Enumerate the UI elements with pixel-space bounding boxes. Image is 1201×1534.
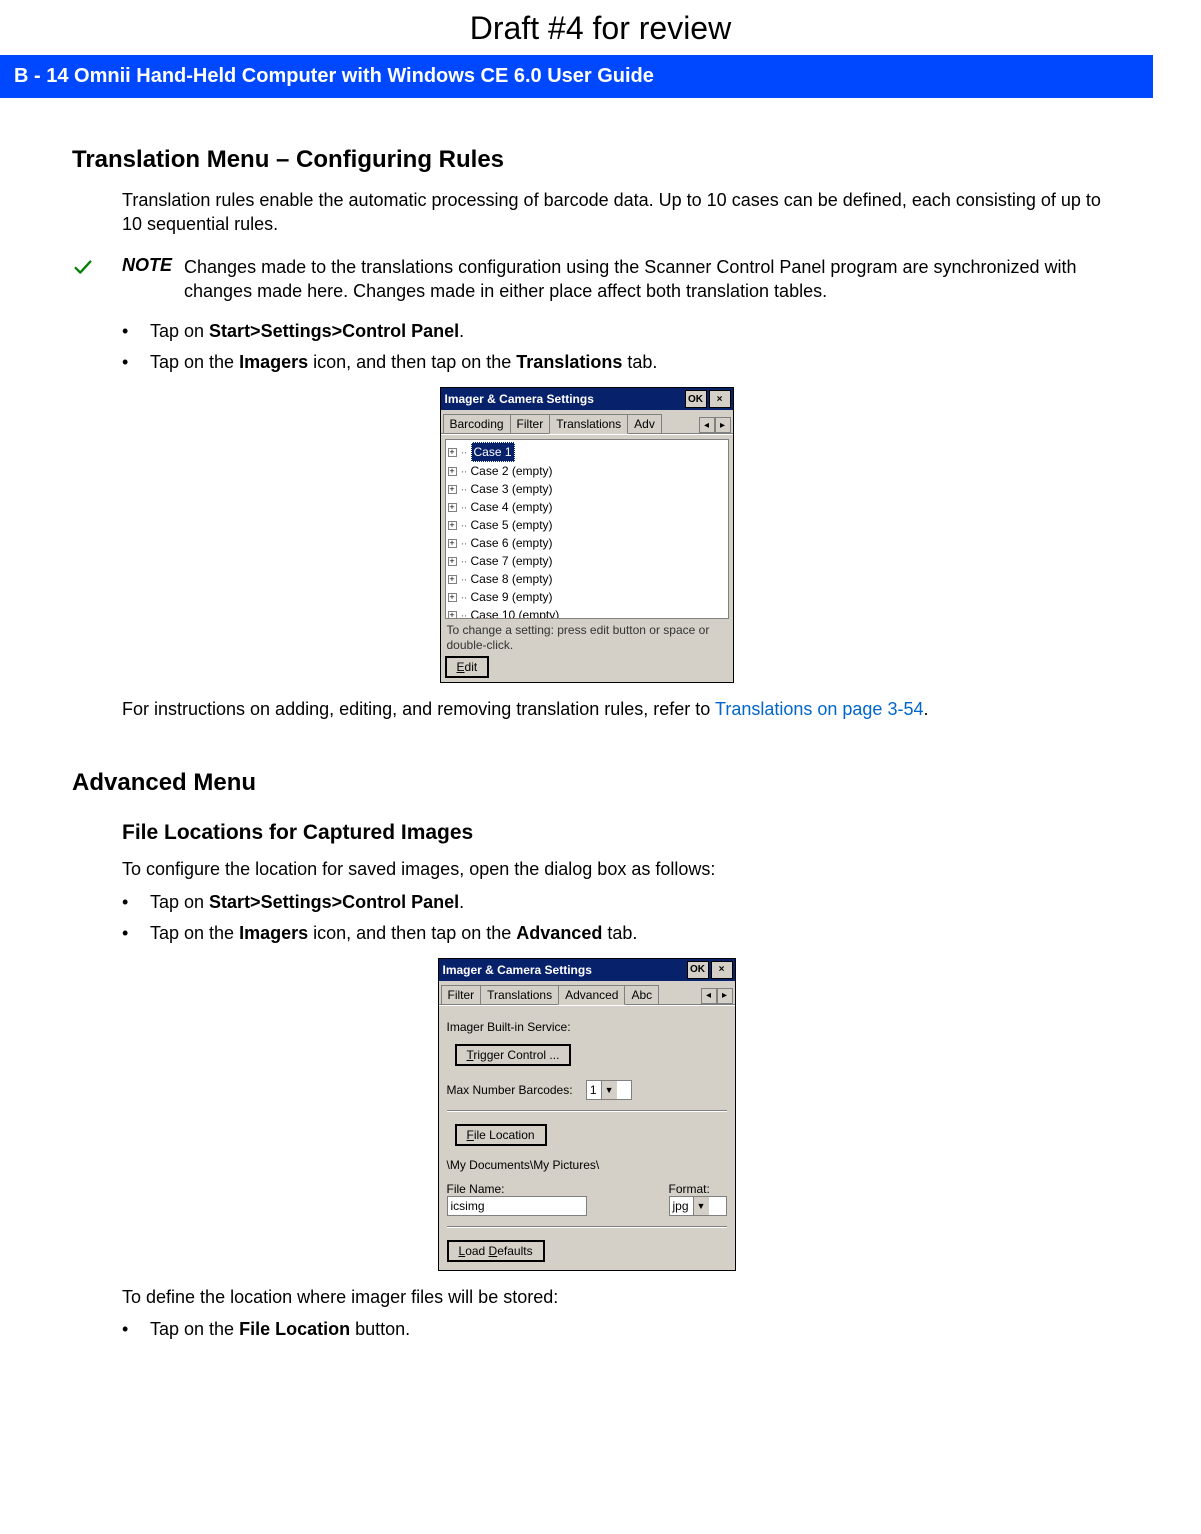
load-defaults-button[interactable]: Load Defaults <box>447 1240 545 1262</box>
max-barcodes-row: Max Number Barcodes: 1▼ <box>447 1080 727 1100</box>
tab-translations[interactable]: Translations <box>480 985 559 1004</box>
dialog-titlebar: Imager & Camera Settings OK × <box>439 959 735 981</box>
format-label: Format: <box>669 1182 727 1196</box>
tab-barcoding[interactable]: Barcoding <box>443 414 511 433</box>
section2-followup: To define the location where imager file… <box>122 1285 1101 1309</box>
tab-strip: Barcoding Filter Translations Adv ◂ ▸ <box>441 410 733 434</box>
subsection-heading-file-locations: File Locations for Captured Images <box>122 821 1101 845</box>
file-location-button[interactable]: File Location <box>455 1124 547 1146</box>
max-barcodes-label: Max Number Barcodes: <box>447 1083 573 1097</box>
tab-filter[interactable]: Filter <box>441 985 482 1004</box>
chevron-down-icon: ▼ <box>693 1197 709 1215</box>
checkmark-icon <box>72 255 122 284</box>
ok-button[interactable]: OK <box>685 390 707 408</box>
section1-followup: For instructions on adding, editing, and… <box>122 697 1101 721</box>
tab-strip: Filter Translations Advanced Abc ◂ ▸ <box>439 981 735 1005</box>
path-text: \My Documents\My Pictures\ <box>447 1158 727 1172</box>
dialog-titlebar: Imager & Camera Settings OK × <box>441 388 733 410</box>
section1-steps: Tap on Start>Settings>Control Panel. Tap… <box>122 321 1101 373</box>
section2-steps2: Tap on the File Location button. <box>122 1319 1101 1340</box>
trigger-control-button[interactable]: Trigger Control ... <box>455 1044 572 1066</box>
hint-text: To change a setting: press edit button o… <box>445 619 729 656</box>
list-item: Tap on Start>Settings>Control Panel. <box>122 321 1101 342</box>
max-barcodes-dropdown[interactable]: 1▼ <box>586 1080 632 1100</box>
list-item: Tap on Start>Settings>Control Panel. <box>122 892 1101 913</box>
chevron-down-icon: ▼ <box>601 1081 617 1099</box>
tab-adv[interactable]: Adv <box>627 414 662 433</box>
tab-advanced[interactable]: Advanced <box>558 985 625 1005</box>
translations-dialog: Imager & Camera Settings OK × Barcoding … <box>440 387 734 683</box>
list-item: Tap on the File Location button. <box>122 1319 1101 1340</box>
tab-translations[interactable]: Translations <box>549 414 628 434</box>
note-text: Changes made to the translations configu… <box>184 255 1101 304</box>
tab-scroll-left[interactable]: ◂ <box>701 988 717 1004</box>
translations-link[interactable]: Translations on page 3-54 <box>715 699 923 719</box>
tab-scroll-right[interactable]: ▸ <box>715 417 731 433</box>
case-tree[interactable]: +··Case 1 +··Case 2 (empty) +··Case 3 (e… <box>445 439 729 619</box>
format-dropdown[interactable]: jpg▼ <box>669 1196 727 1216</box>
section-heading-advanced: Advanced Menu <box>72 769 1101 797</box>
advanced-dialog: Imager & Camera Settings OK × Filter Tra… <box>438 958 736 1271</box>
note-block: NOTE Changes made to the translations co… <box>72 255 1101 304</box>
edit-button[interactable]: Edit <box>445 656 490 678</box>
section2-steps: Tap on Start>Settings>Control Panel. Tap… <box>122 892 1101 944</box>
close-button[interactable]: × <box>711 961 733 979</box>
list-item: Tap on the Imagers icon, and then tap on… <box>122 923 1101 944</box>
tab-scroll-right[interactable]: ▸ <box>717 988 733 1004</box>
tab-scroll-left[interactable]: ◂ <box>699 417 715 433</box>
filename-input[interactable] <box>447 1196 587 1216</box>
close-button[interactable]: × <box>709 390 731 408</box>
dialog-title: Imager & Camera Settings <box>443 963 685 977</box>
section-heading-translation: Translation Menu – Configuring Rules <box>72 146 1101 174</box>
builtin-service-label: Imager Built-in Service: <box>447 1020 727 1034</box>
dialog-title: Imager & Camera Settings <box>445 392 683 406</box>
tab-filter[interactable]: Filter <box>510 414 551 433</box>
list-item: Tap on the Imagers icon, and then tap on… <box>122 352 1101 373</box>
draft-banner: Draft #4 for review <box>0 0 1201 55</box>
tab-abc[interactable]: Abc <box>624 985 659 1004</box>
ok-button[interactable]: OK <box>687 961 709 979</box>
note-label: NOTE <box>122 255 184 276</box>
page-header-bar: B - 14 Omnii Hand-Held Computer with Win… <box>0 55 1153 98</box>
filename-label: File Name: <box>447 1182 651 1196</box>
section1-intro: Translation rules enable the automatic p… <box>122 188 1101 237</box>
section2-intro: To configure the location for saved imag… <box>122 857 1101 881</box>
